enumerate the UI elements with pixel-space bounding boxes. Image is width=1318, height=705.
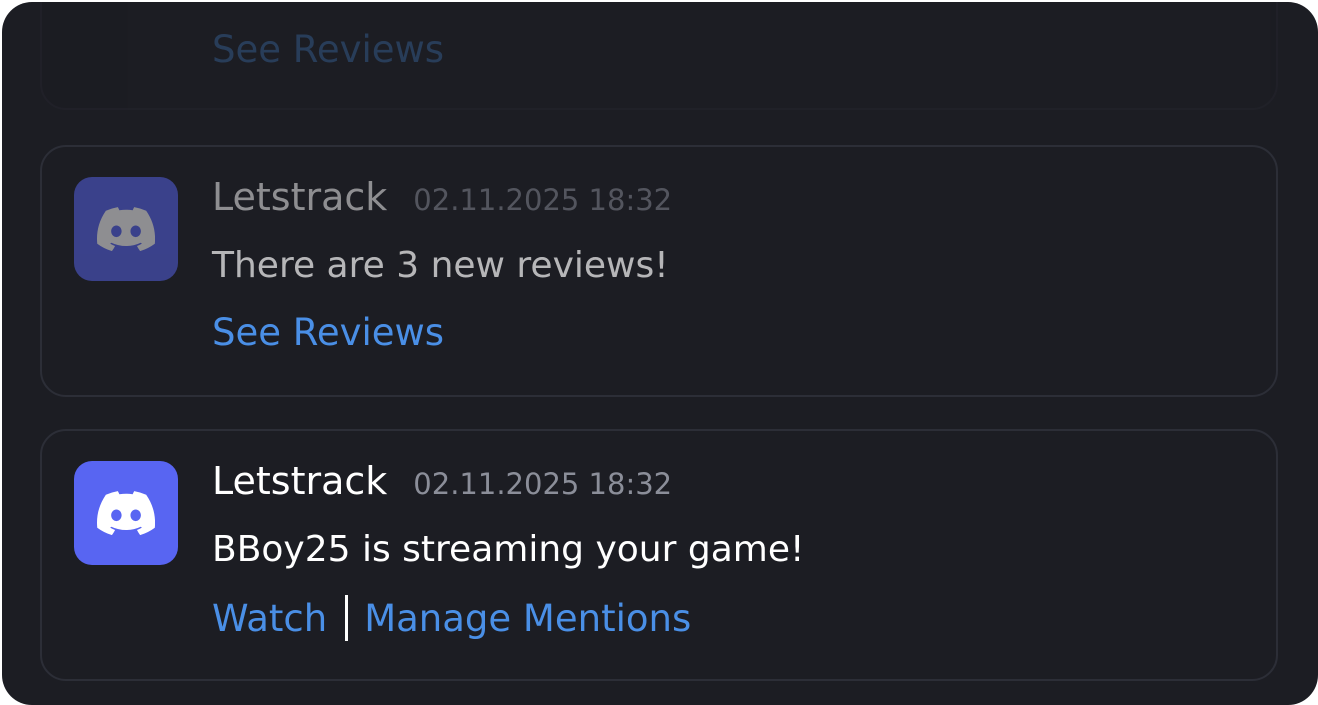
avatar [74,177,178,281]
notification-card: Letstrack 02.11.2025 18:32 There are 3 n… [40,145,1278,397]
notification-card: See Reviews [40,2,1278,110]
timestamp: 02.11.2025 18:32 [413,467,673,501]
notification-actions: See Reviews [212,28,444,71]
notification-card: Letstrack 02.11.2025 18:32 BBoy25 is str… [40,429,1278,681]
notification-actions: See Reviews [212,311,444,354]
manage-mentions-link[interactable]: Manage Mentions [364,597,691,640]
notification-message: BBoy25 is streaming your game! [212,529,805,570]
notification-header: Letstrack 02.11.2025 18:32 [212,175,672,219]
notification-actions: Watch Manage Mentions [212,595,691,641]
see-reviews-link[interactable]: See Reviews [212,311,444,354]
notification-message: There are 3 new reviews! [212,245,669,286]
sender-name: Letstrack [212,459,388,503]
action-divider [345,595,349,641]
avatar [74,461,178,565]
notification-panel: See Reviews Letstrack 02.11.2025 18:32 T… [2,2,1318,705]
watch-link[interactable]: Watch [212,597,327,640]
notification-header: Letstrack 02.11.2025 18:32 [212,459,672,503]
see-reviews-link[interactable]: See Reviews [212,28,444,71]
timestamp: 02.11.2025 18:32 [413,183,673,217]
discord-icon [97,491,155,535]
discord-icon [97,207,155,251]
sender-name: Letstrack [212,175,388,219]
